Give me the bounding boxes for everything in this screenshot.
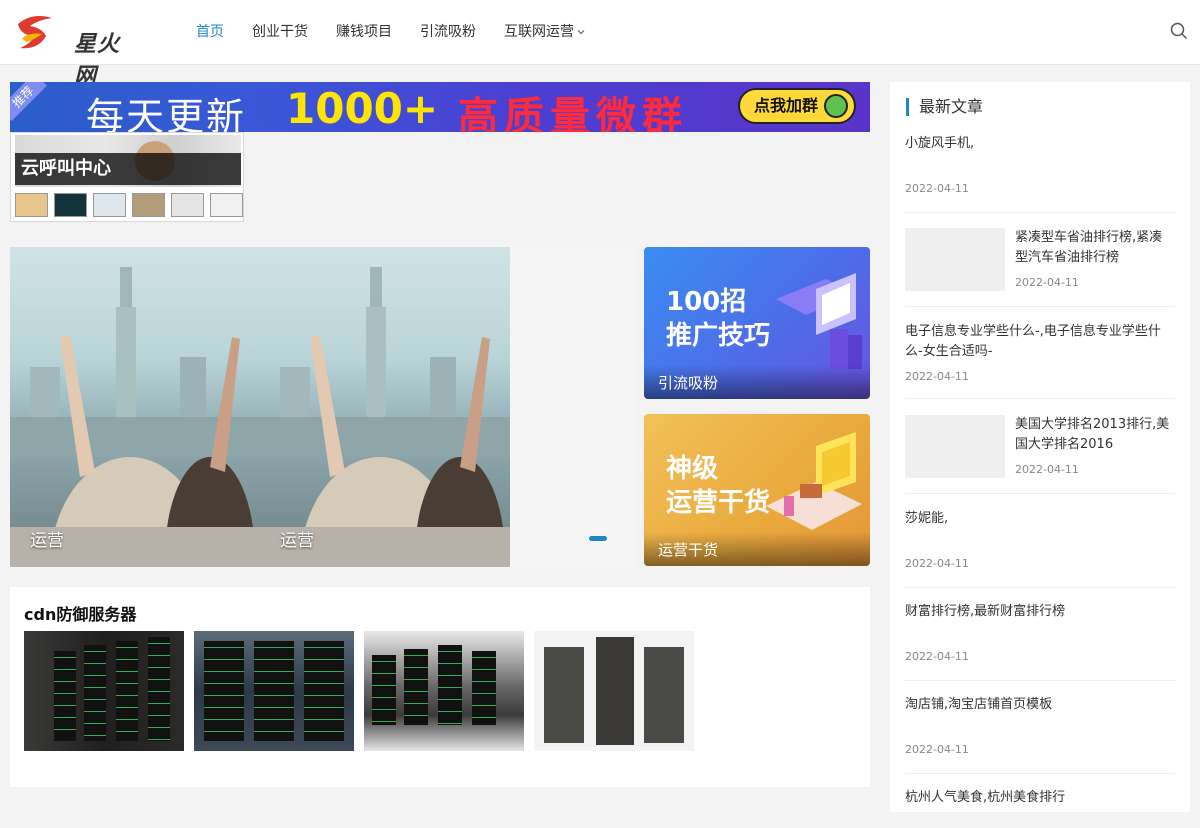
article-title[interactable]: 紧凑型车省油排行榜,紧凑型汽车省油排行榜 bbox=[1015, 228, 1175, 268]
nav-item-home[interactable]: 首页 bbox=[196, 0, 224, 64]
join-group-button[interactable]: 点我加群 bbox=[738, 88, 856, 124]
article-title[interactable]: 莎妮能, bbox=[905, 509, 1175, 529]
article-item[interactable]: 财富排行榜,最新财富排行榜 2022-04-11 bbox=[905, 602, 1175, 681]
join-group-label: 点我加群 bbox=[754, 96, 819, 115]
nav-item-money[interactable]: 赚钱项目 bbox=[336, 0, 392, 64]
article-title[interactable]: 杭州人气美食,杭州美食排行 bbox=[905, 788, 1175, 808]
call-center-ad[interactable]: 云呼叫中心 bbox=[10, 132, 244, 222]
server-image[interactable] bbox=[364, 631, 524, 751]
latest-articles-sidebar: 最新文章 小旋风手机, 2022-04-11 紧凑型车省油排行榜,紧凑型汽车省油… bbox=[890, 82, 1190, 812]
nav-item-traffic[interactable]: 引流吸粉 bbox=[420, 0, 476, 64]
carousel-slide[interactable]: 运营 bbox=[260, 247, 510, 567]
chevron-down-icon bbox=[577, 30, 585, 35]
banner-text-count: 1000+ bbox=[286, 84, 439, 132]
main-nav: 首页 创业干货 赚钱项目 引流吸粉 互联网运营 bbox=[196, 0, 614, 64]
wechat-icon bbox=[824, 94, 848, 118]
ad-thumbnail[interactable] bbox=[15, 193, 48, 217]
image-carousel[interactable]: 运营 运营 bbox=[10, 247, 634, 567]
city-skyline-image bbox=[10, 267, 260, 567]
slide-label: 运营 bbox=[30, 531, 64, 551]
promo-card-traffic[interactable]: 100招 推广技巧 引流吸粉 bbox=[644, 247, 870, 399]
article-thumbnail[interactable] bbox=[905, 415, 1005, 478]
promo-card-operations[interactable]: 神级 运营干货 运营干货 bbox=[644, 414, 870, 566]
ad-thumbnail[interactable] bbox=[171, 193, 204, 217]
server-image[interactable] bbox=[24, 631, 184, 751]
article-date: 2022-04-11 bbox=[905, 743, 969, 756]
article-date: 2022-04-11 bbox=[905, 370, 969, 383]
promo-caption: 引流吸粉 bbox=[658, 374, 719, 392]
nav-item-startup[interactable]: 创业干货 bbox=[252, 0, 308, 64]
ad-thumbnail[interactable] bbox=[93, 193, 126, 217]
ad-thumbnails bbox=[15, 193, 243, 217]
article-date: 2022-04-11 bbox=[1015, 463, 1079, 476]
ad-thumbnail[interactable] bbox=[54, 193, 87, 217]
logo-text: 星火网 bbox=[74, 32, 121, 89]
server-image-row bbox=[24, 631, 704, 751]
city-skyline-image bbox=[260, 267, 510, 567]
site-logo[interactable]: 星火网 bbox=[12, 10, 142, 89]
banner-ad[interactable]: 推荐 每天更新 1000+ 高质量微群 点我加群 bbox=[10, 82, 870, 132]
banner-text-groups: 高质量微群 bbox=[458, 93, 688, 132]
article-item[interactable]: 美国大学排名2013排行,美国大学排名2016 2022-04-11 bbox=[905, 415, 1175, 494]
article-item[interactable]: 小旋风手机, 2022-04-11 bbox=[905, 134, 1175, 213]
promo-caption: 运营干货 bbox=[658, 541, 719, 559]
article-date: 2022-04-11 bbox=[905, 650, 969, 663]
ad-thumbnail[interactable] bbox=[132, 193, 165, 217]
article-date: 2022-04-11 bbox=[905, 182, 969, 195]
server-image[interactable] bbox=[534, 631, 694, 751]
article-title[interactable]: 小旋风手机, bbox=[905, 134, 1175, 154]
article-item[interactable]: 杭州人气美食,杭州美食排行 bbox=[905, 788, 1175, 828]
article-title[interactable]: 美国大学排名2013排行,美国大学排名2016 bbox=[1015, 415, 1175, 455]
promo-title: 神级 运营干货 bbox=[666, 454, 771, 518]
article-item[interactable]: 电子信息专业学些什么-,电子信息专业学些什么-女生合适吗- 2022-04-11 bbox=[905, 322, 1175, 399]
search-icon[interactable] bbox=[1170, 22, 1188, 40]
ad-thumbnail[interactable] bbox=[210, 193, 243, 217]
article-item[interactable]: 紧凑型车省油排行榜,紧凑型汽车省油排行榜 2022-04-11 bbox=[905, 228, 1175, 307]
carousel-dot[interactable] bbox=[589, 536, 607, 541]
isometric-illustration bbox=[766, 432, 862, 530]
section-title[interactable]: cdn防御服务器 bbox=[24, 601, 136, 625]
sidebar-title: 最新文章 bbox=[906, 98, 983, 116]
article-title[interactable]: 淘店铺,淘宝店铺首页模板 bbox=[905, 695, 1175, 715]
carousel-slide[interactable]: 运营 bbox=[10, 247, 260, 567]
logo-icon bbox=[18, 16, 52, 49]
recommend-tag: 推荐 bbox=[10, 82, 48, 122]
promo-title: 100招 推广技巧 bbox=[666, 287, 771, 351]
ad-title: 云呼叫中心 bbox=[15, 153, 241, 185]
server-image[interactable] bbox=[194, 631, 354, 751]
promo-caption-bar: 引流吸粉 bbox=[644, 365, 870, 399]
article-item[interactable]: 莎妮能, 2022-04-11 bbox=[905, 509, 1175, 588]
site-header: 星火网 首页 创业干货 赚钱项目 引流吸粉 互联网运营 bbox=[0, 0, 1200, 89]
slide-label: 运营 bbox=[280, 531, 314, 551]
banner-text-daily: 每天更新 bbox=[86, 95, 247, 132]
promo-caption-bar: 运营干货 bbox=[644, 532, 870, 566]
nav-item-internet-ops-label: 互联网运营 bbox=[504, 24, 574, 40]
article-title[interactable]: 财富排行榜,最新财富排行榜 bbox=[905, 602, 1175, 622]
article-thumbnail[interactable] bbox=[905, 228, 1005, 291]
article-item[interactable]: 淘店铺,淘宝店铺首页模板 2022-04-11 bbox=[905, 695, 1175, 774]
article-date: 2022-04-11 bbox=[1015, 276, 1079, 289]
nav-item-internet-ops[interactable]: 互联网运营 bbox=[504, 0, 586, 64]
article-title[interactable]: 电子信息专业学些什么-,电子信息专业学些什么-女生合适吗- bbox=[905, 322, 1175, 362]
article-date: 2022-04-11 bbox=[905, 557, 969, 570]
cdn-ad-section: cdn防御服务器 bbox=[10, 587, 870, 787]
isometric-illustration bbox=[776, 273, 862, 369]
